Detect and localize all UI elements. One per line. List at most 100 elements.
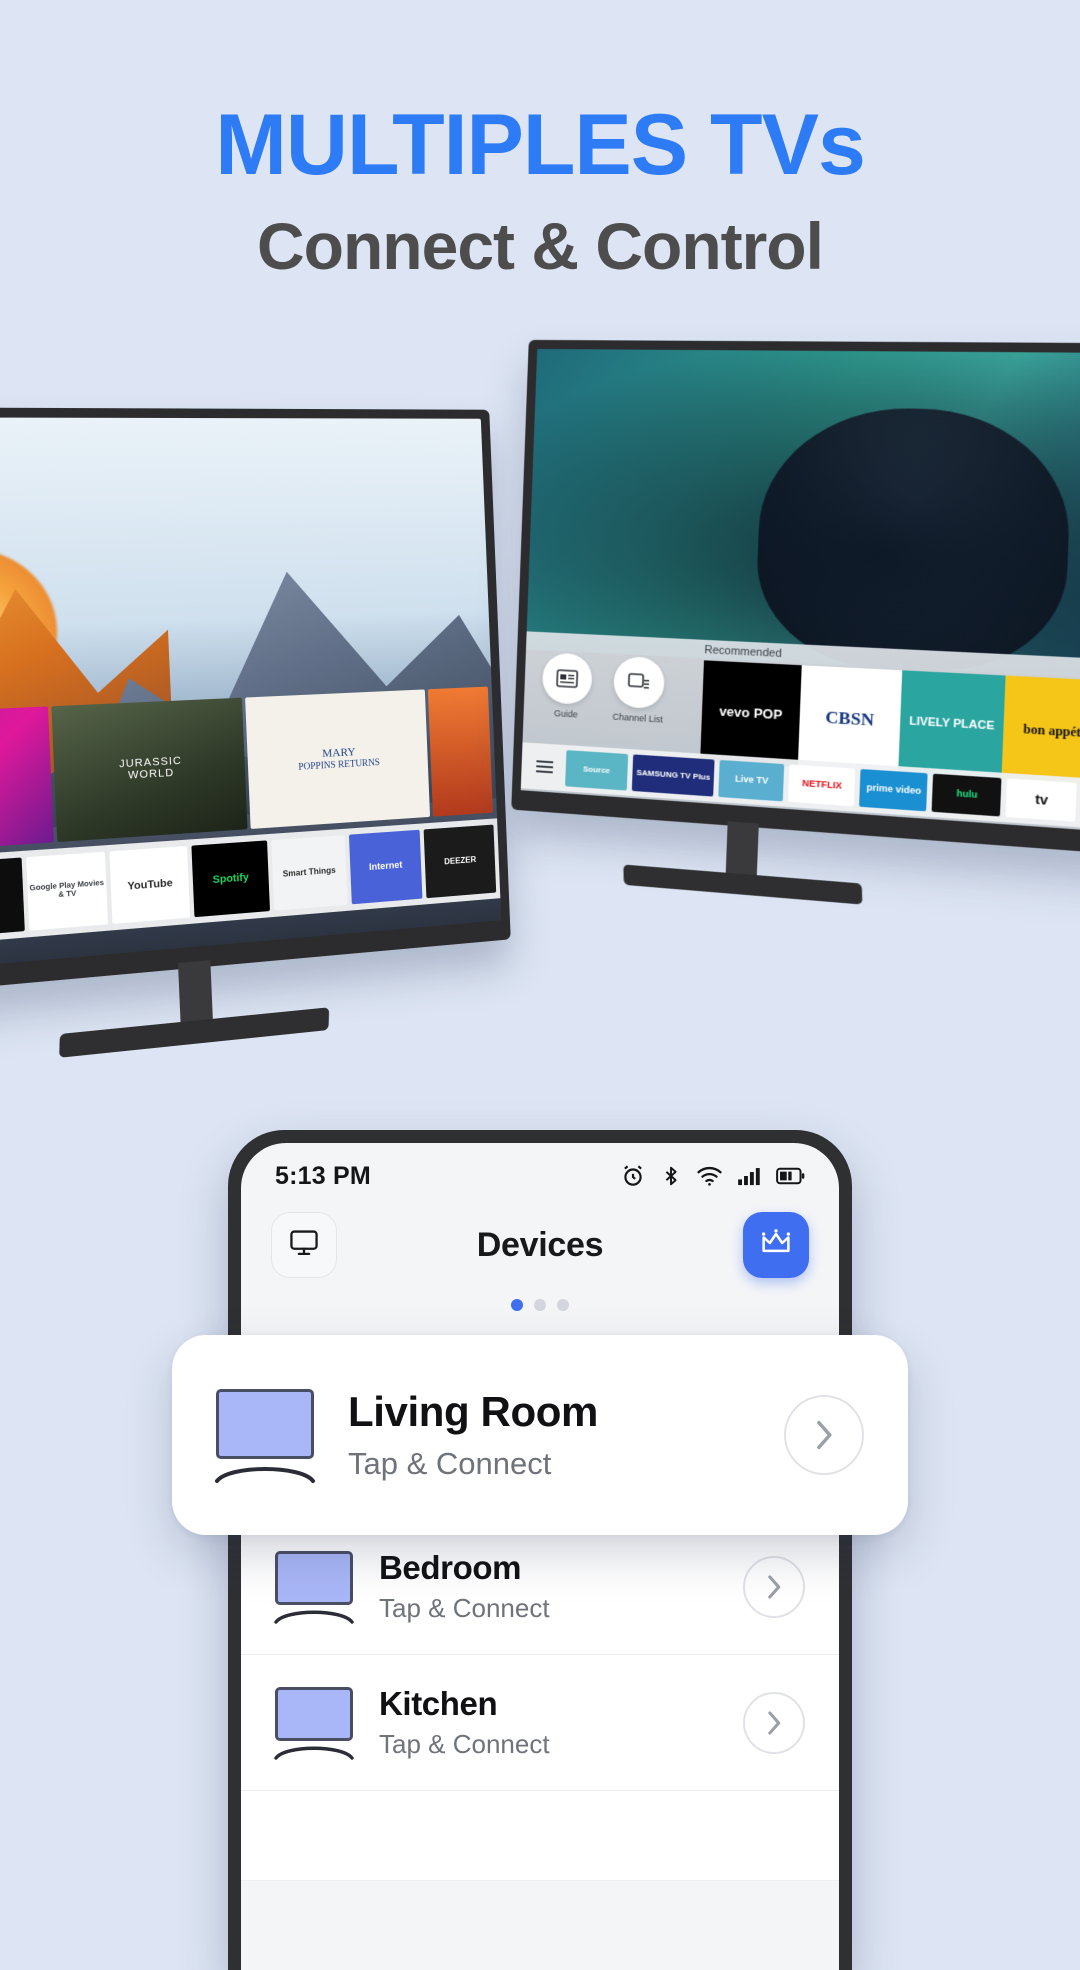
tv-app-tile[interactable]: Google Play Movies & TV bbox=[25, 851, 109, 931]
page-dot-active[interactable] bbox=[511, 1299, 523, 1311]
tv-app-tile[interactable]: Live TV bbox=[718, 759, 785, 802]
page-dot[interactable] bbox=[557, 1299, 569, 1311]
page-heading: Devices bbox=[476, 1225, 604, 1264]
status-time: 5:13 PM bbox=[275, 1161, 371, 1190]
tv-showcase: BOHEMIAN RHAPSODY JURASSIC WORLD MARY bbox=[0, 339, 1080, 1060]
tv-app-tile[interactable]: YouTube bbox=[109, 845, 191, 924]
page-subtitle: Connect & Control bbox=[257, 209, 824, 284]
tv-right-circle-buttons: Guide Channel List bbox=[541, 652, 666, 725]
tv-app-label: NETFLIX bbox=[801, 778, 843, 792]
device-row-kitchen[interactable]: Kitchen Tap & Connect bbox=[241, 1655, 839, 1791]
device-name: Living Room bbox=[348, 1388, 598, 1435]
tv-app-label: tv bbox=[1034, 791, 1049, 809]
recommended-tile[interactable]: LIVELY PLACE bbox=[898, 670, 1006, 781]
tv-app-tile[interactable]: NETFLIX bbox=[788, 764, 856, 807]
tv-app-tile[interactable]: hulu bbox=[932, 773, 1002, 817]
alarm-icon bbox=[620, 1163, 646, 1189]
tv-app-tile[interactable]: prime video bbox=[859, 769, 929, 812]
phone-mockup: 5:13 PM Devices Bedroom Tap & Connect Ki… bbox=[228, 1130, 852, 1970]
video-subject bbox=[753, 406, 1075, 677]
device-subtitle: Tap & Connect bbox=[379, 1593, 550, 1623]
tv-left-tile[interactable]: BOHEMIAN RHAPSODY bbox=[0, 706, 54, 857]
device-row-living-room[interactable]: Living Room Tap & Connect bbox=[172, 1335, 908, 1535]
tv-app-tile[interactable]: Internet bbox=[348, 829, 423, 905]
tv-app-label: SAMSUNG TV Plus bbox=[636, 767, 711, 782]
page-indicator bbox=[241, 1299, 839, 1311]
battery-icon bbox=[776, 1166, 805, 1186]
promo-headline-block: MULTIPLES TVs Connect & Control bbox=[0, 100, 1080, 283]
tv-left-screen: BOHEMIAN RHAPSODY JURASSIC WORLD MARY bbox=[0, 417, 502, 977]
device-row-bedroom[interactable]: Bedroom Tap & Connect bbox=[241, 1519, 839, 1655]
status-bar: 5:13 PM bbox=[241, 1143, 839, 1199]
tv-left-tile[interactable]: MARY POPPINS RETURNS bbox=[245, 689, 430, 829]
tv-app-label: Source bbox=[582, 764, 611, 775]
tv-app-label: Spotify bbox=[212, 871, 250, 886]
recommended-tile-label: vevo POP bbox=[718, 703, 783, 723]
status-icons bbox=[620, 1163, 805, 1189]
chevron-right-icon[interactable] bbox=[784, 1395, 864, 1475]
tv-left-bezel: BOHEMIAN RHAPSODY JURASSIC WORLD MARY bbox=[0, 406, 511, 1000]
tv-app-label: hulu bbox=[956, 788, 978, 801]
tv-right-screen: vevo Recommended Guide bbox=[520, 348, 1080, 848]
device-name: Kitchen bbox=[379, 1685, 498, 1722]
device-text: Living Room Tap & Connect bbox=[348, 1388, 750, 1482]
tv-app-label: Internet bbox=[368, 859, 403, 873]
recommended-tile-label: CBSN bbox=[825, 707, 875, 731]
device-subtitle: Tap & Connect bbox=[379, 1729, 550, 1759]
channel-list-button[interactable]: Channel List bbox=[612, 656, 666, 725]
chevron-right-icon[interactable] bbox=[743, 1555, 805, 1618]
chevron-right-icon[interactable] bbox=[743, 1691, 805, 1754]
tv-left: BOHEMIAN RHAPSODY JURASSIC WORLD MARY bbox=[0, 406, 511, 1058]
app-header: Devices bbox=[241, 1199, 839, 1291]
wifi-icon bbox=[696, 1165, 723, 1187]
tv-right-smarthub: Recommended Guide Channel List vevo POP … bbox=[520, 631, 1080, 848]
tv-app-tile[interactable]: SAMSUNG TV Plus bbox=[631, 754, 716, 797]
tv-app-label: Google Play Movies & TV bbox=[29, 879, 105, 900]
recommended-tile-label: LIVELY PLACE bbox=[908, 715, 995, 734]
phone-screen: 5:13 PM Devices Bedroom Tap & Connect Ki… bbox=[241, 1143, 839, 1970]
tv-app-label: YouTube bbox=[127, 877, 173, 893]
tv-left-tile[interactable] bbox=[427, 686, 493, 817]
device-text: Kitchen Tap & Connect bbox=[379, 1685, 717, 1760]
tv-left-neck bbox=[177, 960, 213, 1025]
bluetooth-icon bbox=[660, 1163, 682, 1189]
tv-app-tile[interactable]: Smart Things bbox=[270, 834, 348, 911]
guide-icon bbox=[541, 652, 593, 706]
tv-app-tile[interactable]: DEEZER bbox=[423, 824, 497, 899]
recommended-tile-label: bon appétit bbox=[1023, 721, 1080, 741]
tv-app-tile[interactable]: Source bbox=[565, 750, 629, 791]
device-subtitle: Tap & Connect bbox=[348, 1446, 552, 1481]
tv-icon bbox=[274, 1686, 354, 1760]
premium-button[interactable] bbox=[742, 1212, 809, 1278]
recommended-label: Recommended bbox=[704, 644, 782, 661]
tv-icon bbox=[215, 1389, 315, 1483]
tv-left-tile[interactable]: JURASSIC WORLD bbox=[50, 697, 248, 843]
cellular-signal-icon bbox=[737, 1165, 762, 1187]
monitor-icon bbox=[288, 1228, 320, 1263]
recommended-tile[interactable]: vevo POP bbox=[700, 660, 802, 768]
page-dot[interactable] bbox=[534, 1299, 546, 1311]
tv-app-tile[interactable]: Spotify bbox=[191, 840, 270, 918]
guide-button[interactable]: Guide bbox=[541, 652, 593, 720]
device-text: Bedroom Tap & Connect bbox=[379, 1549, 717, 1624]
crown-icon bbox=[758, 1227, 794, 1264]
recommended-tile[interactable]: bon appétit bbox=[1001, 675, 1080, 788]
tv-app-label: Smart Things bbox=[282, 865, 336, 879]
tv-right: vevo Recommended Guide bbox=[511, 339, 1080, 905]
tv-app-label: prime video bbox=[866, 782, 922, 797]
tv-app-label: Live TV bbox=[734, 773, 769, 787]
tv-app-tile[interactable]: tv bbox=[0, 857, 25, 938]
channel-list-label: Channel List bbox=[612, 711, 664, 725]
tile-line-2: WORLD bbox=[127, 767, 175, 782]
tv-app-label: DEEZER bbox=[444, 854, 477, 867]
monitor-button[interactable] bbox=[271, 1212, 337, 1278]
device-row-partial[interactable] bbox=[241, 1791, 839, 1881]
menu-icon[interactable] bbox=[527, 760, 561, 774]
tv-icon bbox=[274, 1550, 354, 1624]
recommended-tile[interactable]: CBSN bbox=[797, 665, 903, 774]
tv-app-tile[interactable]: tv bbox=[1006, 778, 1078, 822]
page-title: MULTIPLES TVs bbox=[215, 97, 866, 193]
channel-list-icon bbox=[612, 656, 666, 710]
tv-right-bezel: vevo Recommended Guide bbox=[511, 339, 1080, 872]
tv-right-neck bbox=[725, 821, 759, 878]
